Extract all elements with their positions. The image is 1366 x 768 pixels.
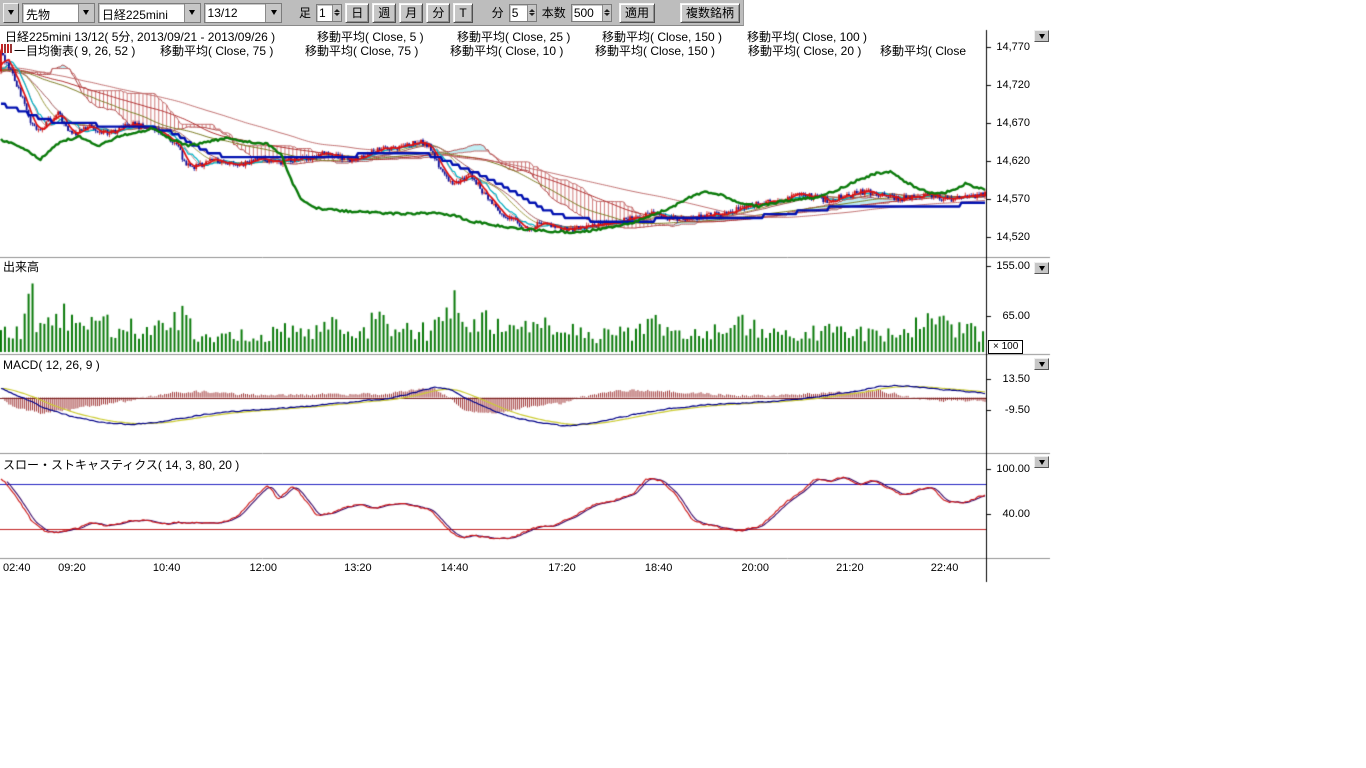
bar-type-label: 足 — [297, 4, 313, 21]
price-panel-menu-button[interactable] — [1034, 30, 1049, 42]
toolbar-overflow-dropdown[interactable] — [3, 3, 19, 23]
toolbar: 先物 日経225mini 13/12 足 1 日 週 月 分 T 分 5 本数 … — [0, 0, 744, 26]
symbol-select[interactable]: 日経225mini — [98, 3, 201, 23]
volume-panel-menu-button[interactable] — [1034, 262, 1049, 274]
spinner-icon[interactable] — [602, 5, 611, 21]
stoch-panel-menu-button[interactable] — [1034, 456, 1049, 468]
chevron-down-icon[interactable] — [78, 4, 94, 22]
chevron-down-icon — [1039, 34, 1045, 39]
contract-month-select[interactable]: 13/12 — [204, 3, 282, 23]
minute-interval-input[interactable]: 5 — [509, 4, 537, 22]
bar-interval-input[interactable]: 1 — [316, 4, 342, 22]
instrument-type-value: 先物 — [23, 4, 78, 22]
minute-label: 分 — [490, 4, 506, 21]
period-minute-button[interactable]: 分 — [426, 3, 450, 23]
chevron-down-icon — [1039, 460, 1045, 465]
instrument-type-select[interactable]: 先物 — [22, 3, 95, 23]
multi-symbol-button[interactable]: 複数銘柄 — [680, 3, 740, 23]
chevron-down-icon[interactable] — [265, 4, 281, 22]
apply-button[interactable]: 適用 — [619, 3, 655, 23]
symbol-value: 日経225mini — [99, 4, 184, 22]
chevron-down-icon — [1039, 362, 1045, 367]
period-month-button[interactable]: 月 — [399, 3, 423, 23]
period-week-button[interactable]: 週 — [372, 3, 396, 23]
chart-application-window: 出来高 MACD( 12, 26, 9 ) スロー・ストキャスティクス( 14,… — [0, 0, 1366, 768]
chevron-down-icon — [1039, 266, 1045, 271]
period-day-button[interactable]: 日 — [345, 3, 369, 23]
chevron-down-icon — [8, 10, 14, 15]
contract-month-value: 13/12 — [205, 4, 265, 22]
bar-count-input[interactable]: 500 — [571, 4, 612, 22]
spinner-icon[interactable] — [332, 5, 341, 21]
macd-panel-menu-button[interactable] — [1034, 358, 1049, 370]
period-tick-button[interactable]: T — [453, 3, 472, 23]
spinner-icon[interactable] — [527, 5, 536, 21]
bar-count-label: 本数 — [540, 4, 568, 21]
chevron-down-icon[interactable] — [184, 4, 200, 22]
price-chart-canvas[interactable] — [0, 0, 1060, 595]
